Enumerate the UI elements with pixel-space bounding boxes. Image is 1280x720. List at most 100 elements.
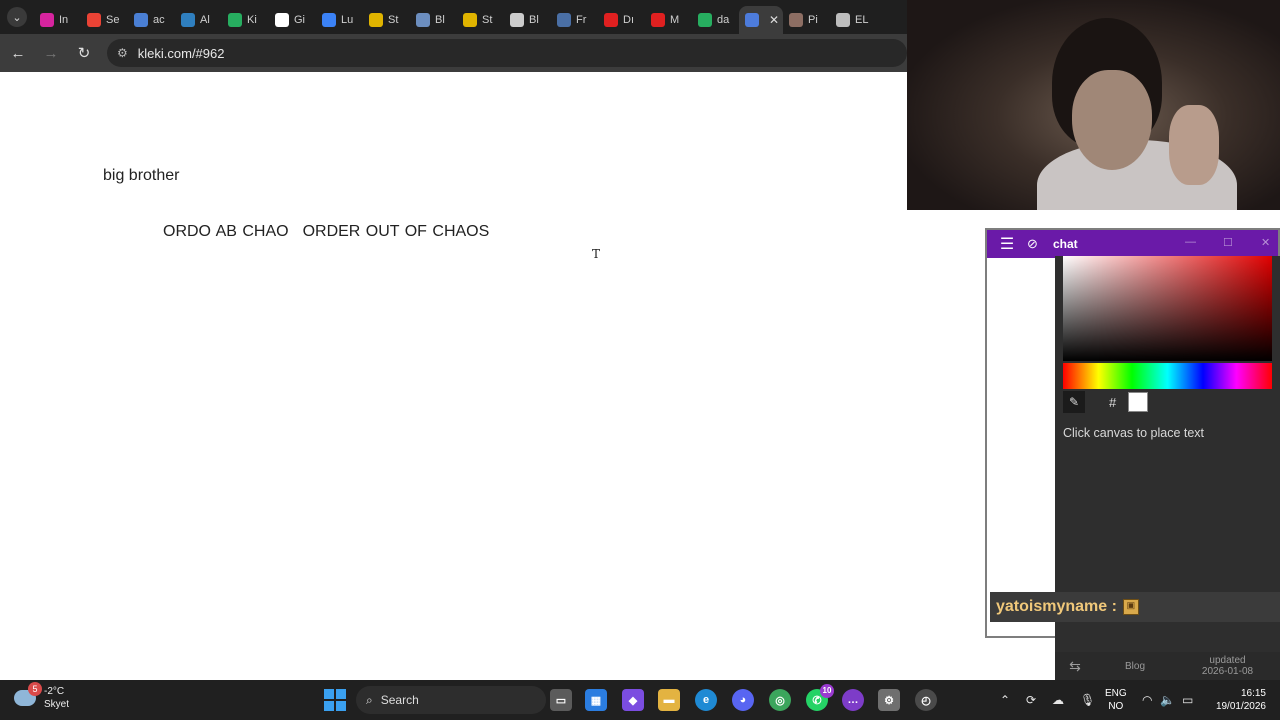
browser-tab[interactable]: Fr <box>551 6 598 34</box>
chrome-icon[interactable]: ◎ <box>769 689 791 711</box>
canvas-text-latin: ORDO AB CHAO <box>163 223 289 240</box>
gi-icon <box>275 13 289 27</box>
lu-icon <box>322 13 336 27</box>
chat-title: chat <box>1053 237 1078 251</box>
tab-label: Pi <box>808 14 818 26</box>
show-hidden-icons-chevron-up-icon[interactable]: ⌃ <box>1000 680 1010 720</box>
close-tab-icon[interactable]: ✕ <box>769 13 779 27</box>
browser-tab[interactable]: Bl <box>410 6 457 34</box>
k-icon <box>698 13 712 27</box>
webcam-feed <box>907 0 1280 210</box>
text-tool-hint: Click canvas to place text <box>1063 426 1205 440</box>
webcam-person-face <box>1072 70 1152 170</box>
tab-search-button[interactable]: ⌄ <box>0 0 34 34</box>
updated-info: updated 2026-01-08 <box>1175 655 1280 677</box>
screen: ⌄ In Se ac Al Ki Gi Lu St Bl St Bl Fr Dı Mda ✕ Pi EL ← →… <box>0 0 1280 720</box>
browser-tab[interactable]: Dı <box>598 6 645 34</box>
crown-icon <box>463 13 477 27</box>
browser-tab[interactable]: St <box>363 6 410 34</box>
tab-label: Al <box>200 14 210 26</box>
blog-link[interactable]: Blog <box>1095 661 1175 672</box>
browser-tab[interactable]: St <box>457 6 504 34</box>
kleki-footer: ⇆ Blog updated 2026-01-08 <box>1055 652 1280 680</box>
discord-icon[interactable]: ◕ <box>732 689 754 711</box>
chat-message: yatoismyname : ▣ <box>990 592 1280 622</box>
browser-tab[interactable]: EL <box>830 6 877 34</box>
eye-off-icon[interactable]: ⊘ <box>1027 236 1047 252</box>
tab-label: Lu <box>341 14 354 26</box>
browser-tab[interactable]: ac <box>128 6 175 34</box>
browser-tab[interactable]: Pi <box>783 6 830 34</box>
weather-widget[interactable]: 5 -2°C Skyet <box>14 682 69 711</box>
windows-start-icon[interactable] <box>324 689 346 711</box>
settings-gear-icon[interactable]: ⚙ <box>878 689 900 711</box>
tab-label: M <box>670 14 680 26</box>
browser-tab[interactable]: Gi <box>269 6 316 34</box>
instagram-icon <box>40 13 54 27</box>
cloud-icon: 5 <box>14 682 42 706</box>
wifi-icon[interactable]: ◠ <box>1142 680 1152 720</box>
forward-button[interactable]: → <box>36 38 66 68</box>
weather-text: -2°C Skyet <box>44 685 69 711</box>
pi-icon <box>789 13 803 27</box>
arrow-right-icon: → <box>43 44 59 62</box>
canvas-text-ordo: ORDO AB CHAO ORDER OUT OF CHAOS <box>163 223 489 241</box>
store-icon[interactable]: ▦ <box>585 689 607 711</box>
battery-icon[interactable]: ▭ <box>1182 680 1193 720</box>
file-explorer-icon[interactable]: ▬ <box>658 689 680 711</box>
tab-label: St <box>482 14 493 26</box>
close-icon[interactable]: ✕ <box>1261 236 1270 249</box>
gmail-icon <box>87 13 101 27</box>
kleki-icon <box>745 13 759 27</box>
emote-icon: ▣ <box>1122 599 1139 615</box>
site-settings-icon[interactable]: ⚙ <box>117 46 128 60</box>
back-button[interactable]: ← <box>3 38 33 68</box>
hex-input-button[interactable]: # <box>1109 395 1116 410</box>
weather-desc: Skyet <box>44 699 70 710</box>
cloud-tray-icon[interactable]: ☁ <box>1052 680 1064 720</box>
clock-time: 16:15 <box>1240 688 1266 699</box>
language-primary: ENG <box>1105 688 1127 699</box>
taskbar-search[interactable]: ⌕ Search <box>356 686 546 714</box>
tab-label: ac <box>153 14 165 26</box>
maximize-icon[interactable]: ☐ <box>1223 236 1233 249</box>
browser-tab[interactable]: ✕ <box>739 6 783 34</box>
task-view-icon[interactable]: ▭ <box>550 689 572 711</box>
recording-app-icon[interactable]: ◴ <box>915 689 937 711</box>
browser-tab[interactable]: Al <box>175 6 222 34</box>
swap-icon[interactable]: ⇆ <box>1055 658 1095 675</box>
sync-icon[interactable]: ⟳ <box>1026 680 1036 720</box>
system-clock[interactable]: 16:15 19/01/2026 <box>1210 687 1266 713</box>
bl-icon <box>416 13 430 27</box>
chat-titlebar[interactable]: ☰ ⊘ chat — ☐ ✕ <box>987 230 1278 258</box>
minimize-icon[interactable]: — <box>1185 236 1196 248</box>
color-saturation-picker[interactable] <box>1063 256 1272 361</box>
updated-label: updated <box>1209 655 1246 666</box>
hamburger-menu-icon[interactable]: ☰ <box>987 234 1027 254</box>
reload-button[interactable]: ↻ <box>69 38 99 68</box>
arrow-left-icon: ← <box>10 44 26 62</box>
tab-label: In <box>59 14 69 26</box>
browser-tab[interactable]: M <box>645 6 692 34</box>
webcam-person-hand <box>1169 105 1219 185</box>
tab-label: Ki <box>247 14 257 26</box>
whatsapp-icon[interactable]: ✆ 10 <box>806 684 834 711</box>
language-secondary: NO <box>1108 701 1124 712</box>
microphone-icon[interactable]: 🎙 <box>1080 680 1095 720</box>
browser-tab[interactable]: Lu <box>316 6 363 34</box>
browser-tab[interactable]: Se <box>81 6 128 34</box>
eyedropper-icon[interactable]: ✎ <box>1063 391 1085 413</box>
chat-app-icon[interactable]: … <box>842 689 864 711</box>
browser-tab[interactable]: Ki <box>222 6 269 34</box>
language-indicator[interactable]: ENG NO <box>1105 687 1127 713</box>
color-hue-slider[interactable] <box>1063 363 1272 389</box>
volume-icon[interactable]: 🔈 <box>1160 680 1175 720</box>
browser-tab[interactable]: da <box>692 6 739 34</box>
browser-tab[interactable]: Bl <box>504 6 551 34</box>
browser-tab[interactable]: In <box>34 6 81 34</box>
current-color-swatch[interactable] <box>1128 392 1149 412</box>
address-bar[interactable]: ⚙ kleki.com/#962 <box>107 39 907 67</box>
reload-icon: ↻ <box>77 45 91 62</box>
edge-icon[interactable]: e <box>695 689 717 711</box>
copilot-icon[interactable]: ◆ <box>622 689 644 711</box>
